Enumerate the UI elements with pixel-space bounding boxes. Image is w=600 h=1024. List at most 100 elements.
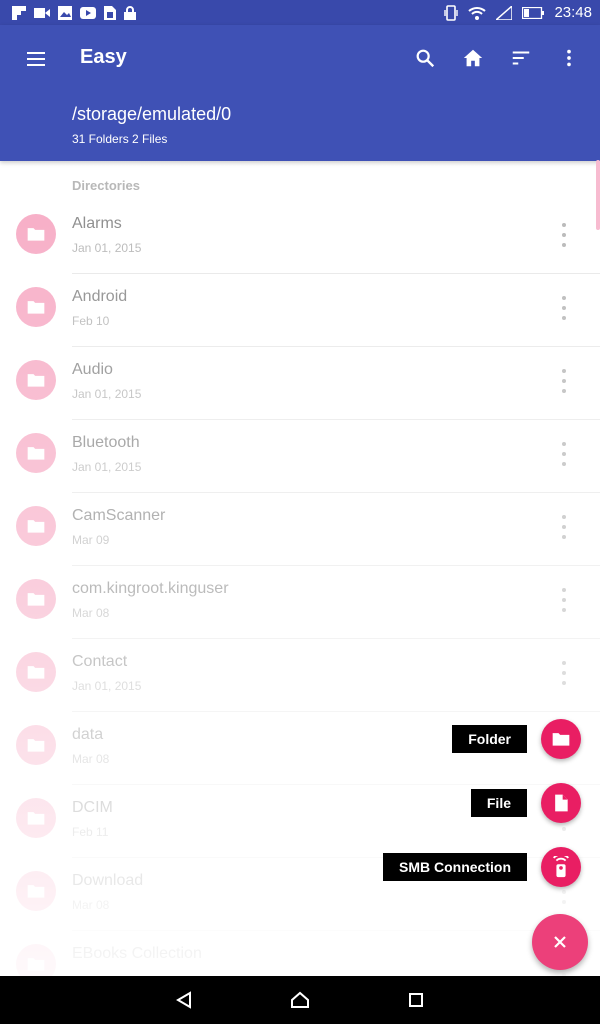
video-icon (34, 7, 50, 18)
back-icon (176, 991, 191, 1009)
app-title: Easy (80, 46, 127, 68)
nav-home-button[interactable] (288, 988, 312, 1012)
lock-icon (124, 5, 136, 20)
folder-name: data (72, 726, 104, 743)
folder-icon (27, 958, 45, 971)
system-nav-bar (0, 976, 600, 1024)
home-outline-icon (291, 991, 309, 1008)
fab-new-folder[interactable]: Folder (452, 719, 581, 759)
folder-icon (27, 374, 45, 387)
folder-name: DCIM (72, 799, 113, 816)
hamburger-icon (27, 52, 45, 66)
menu-button[interactable] (24, 47, 48, 71)
sort-button[interactable] (508, 45, 534, 71)
folder-icon (27, 812, 45, 825)
folder-date: Jan 01, 2015 (72, 679, 142, 693)
nav-back-button[interactable] (172, 988, 196, 1012)
section-header-directories: Directories (72, 178, 140, 193)
toolbar-actions (412, 45, 582, 71)
list-item[interactable]: Android Feb 10 (0, 274, 600, 347)
folder-date: Feb 10 (72, 314, 110, 328)
app-bar: Easy /storage/emulated/0 31 Folders 2 Fi… (0, 25, 600, 161)
folder-icon (552, 733, 570, 746)
notification-icons (0, 5, 136, 20)
sim-icon (104, 5, 116, 20)
folder-avatar (16, 652, 56, 692)
folder-icon (27, 593, 45, 606)
current-path: /storage/emulated/0 (72, 104, 232, 124)
fab-folder-label[interactable]: Folder (452, 725, 527, 753)
item-more-button[interactable] (556, 515, 572, 539)
folder-name: Audio (72, 361, 113, 378)
status-bar: 23:48 (0, 0, 600, 25)
folder-date: Mar 08 (72, 898, 110, 912)
folder-date: Jan 01, 2015 (72, 387, 142, 401)
fab-close-button[interactable] (532, 914, 588, 970)
fab-smb-connection[interactable]: SMB Connection (383, 847, 581, 887)
remote-icon (553, 856, 569, 878)
list-item[interactable]: Alarms Jan 01, 2015 (0, 201, 600, 274)
smb-connection-button[interactable] (541, 847, 581, 887)
folder-name: Android (72, 288, 128, 305)
list-item[interactable]: com.kingroot.kinguser Mar 08 (0, 566, 600, 639)
image-icon (58, 5, 72, 20)
clock: 23:48 (554, 4, 592, 21)
recents-icon (409, 993, 423, 1007)
folder-date: Mar 08 (72, 606, 110, 620)
folder-name: Contact (72, 653, 128, 670)
folder-icon (27, 301, 45, 314)
folder-icon (27, 520, 45, 533)
folder-icon (27, 666, 45, 679)
list-item[interactable]: Audio Jan 01, 2015 (0, 347, 600, 420)
folder-avatar (16, 433, 56, 473)
nav-recents-button[interactable] (404, 988, 428, 1012)
signal-icon (496, 5, 513, 20)
close-icon (554, 936, 566, 948)
folder-avatar (16, 725, 56, 765)
item-more-button[interactable] (556, 442, 572, 466)
wifi-icon (468, 6, 487, 20)
folder-avatar (16, 871, 56, 911)
folder-icon (27, 739, 45, 752)
item-more-button[interactable] (556, 223, 572, 247)
folder-avatar (16, 214, 56, 254)
list-item[interactable]: CamScanner Mar 09 (0, 493, 600, 566)
fab-new-file[interactable]: File (470, 783, 581, 823)
new-file-button[interactable] (541, 783, 581, 823)
folder-avatar (16, 506, 56, 546)
item-more-button[interactable] (556, 588, 572, 612)
folder-name: Alarms (72, 215, 122, 232)
list-item[interactable]: Contact Jan 01, 2015 (0, 639, 600, 712)
fab-smb-label[interactable]: SMB Connection (383, 853, 527, 881)
list-item[interactable]: Bluetooth Jan 01, 2015 (0, 420, 600, 493)
overflow-menu-button[interactable] (556, 45, 582, 71)
item-more-button[interactable] (556, 369, 572, 393)
search-icon (416, 49, 435, 68)
folder-date: Feb 11 (72, 825, 109, 839)
folder-avatar (16, 360, 56, 400)
folder-avatar (16, 579, 56, 619)
folder-date: Mar 09 (72, 533, 110, 547)
vibrate-icon (444, 4, 459, 21)
folder-date: Mar 08 (72, 752, 110, 766)
folder-avatar (16, 287, 56, 327)
home-button[interactable] (460, 45, 486, 71)
folder-date: Jan 01, 2015 (72, 460, 142, 474)
folder-file-count: 31 Folders 2 Files (72, 132, 168, 146)
list-item[interactable]: EBooks Collection (0, 931, 600, 976)
folder-icon (27, 447, 45, 460)
folder-name: Download (72, 872, 144, 889)
new-folder-button[interactable] (541, 719, 581, 759)
item-more-button[interactable] (556, 296, 572, 320)
more-vert-icon (567, 49, 571, 67)
folder-avatar (16, 798, 56, 838)
youtube-icon (80, 6, 96, 19)
folder-icon (27, 228, 45, 241)
folder-name: com.kingroot.kinguser (72, 580, 229, 597)
fab-file-label[interactable]: File (470, 789, 527, 817)
folder-name: EBooks Collection (72, 945, 202, 962)
search-button[interactable] (412, 45, 438, 71)
item-more-button[interactable] (556, 661, 572, 685)
scrollbar-thumb[interactable] (596, 160, 600, 230)
folder-date: Jan 01, 2015 (72, 241, 142, 255)
